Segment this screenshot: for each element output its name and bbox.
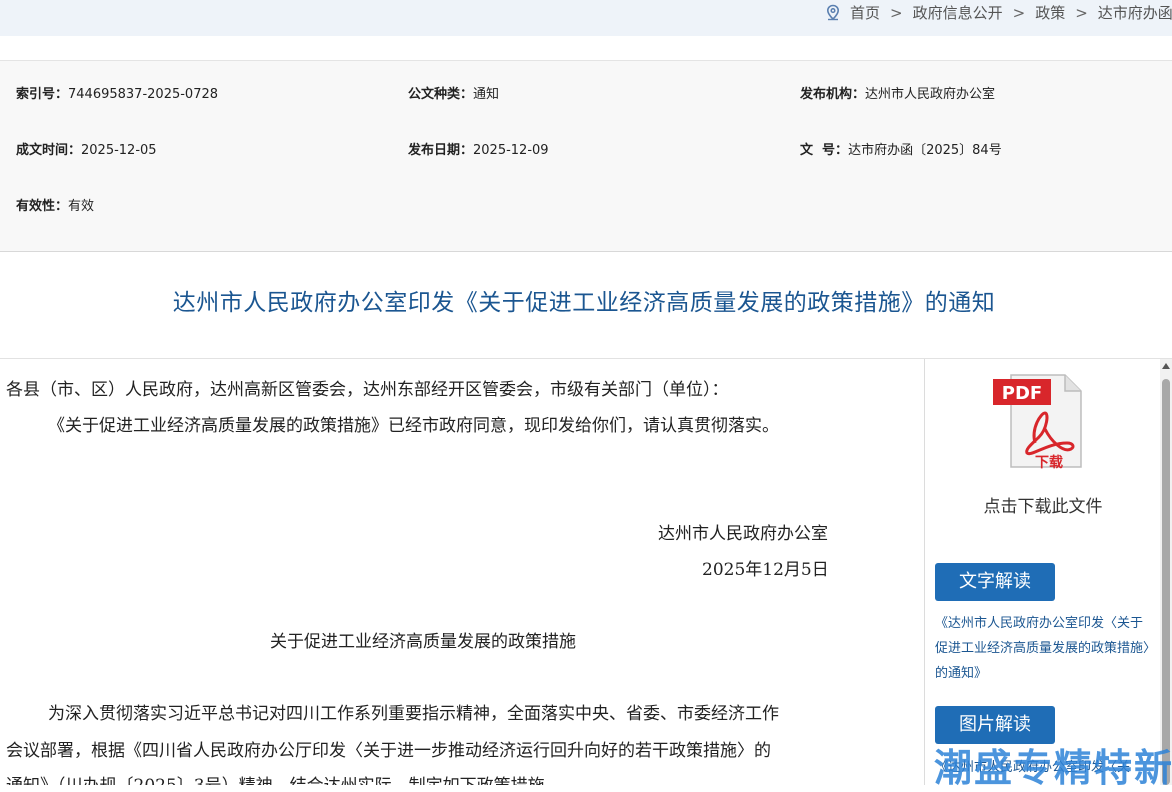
meta-type: 公文种类：通知	[408, 83, 499, 102]
meta-org: 发布机构：达州市人民政府办公室	[800, 83, 995, 102]
pdf-icon-label: PDF	[1002, 383, 1042, 404]
measures-paragraph-line-1: 为深入贯彻落实习近平总书记对四川工作系列重要指示精神，全面落实中央、省委、市委经…	[48, 704, 779, 724]
meta-type-label: 公文种类：	[408, 87, 474, 102]
signer: 达州市人民政府办公室	[658, 524, 828, 544]
breadcrumb-gov-info[interactable]: 政府信息公开	[913, 2, 1003, 23]
intro-paragraph: 《关于促进工业经济高质量发展的政策措施》已经市政府同意，现印发给你们，请认真贯彻…	[48, 416, 779, 436]
pdf-download-icon[interactable]: PDF 下载	[991, 373, 1085, 471]
meta-written-label: 成文时间：	[16, 143, 82, 158]
meta-published-label: 发布日期：	[408, 143, 474, 158]
meta-org-label: 发布机构：	[800, 87, 866, 102]
meta-docno-value: 达市府办函〔2025〕84号	[848, 143, 1002, 158]
meta-type-value: 通知	[473, 87, 500, 102]
location-pin-icon	[826, 4, 840, 20]
addressee-paragraph: 各县（市、区）人民政府，达州高新区管委会，达州东部经开区管委会，市级有关部门（单…	[6, 380, 729, 400]
meta-index: 索引号：744695837-2025-0728	[16, 83, 218, 102]
breadcrumb-current[interactable]: 达市府办函	[1098, 2, 1172, 23]
text-interpretation-button[interactable]: 文字解读	[935, 563, 1055, 601]
breadcrumb-separator: >	[1012, 3, 1026, 22]
meta-published: 发布日期：2025-12-09	[408, 139, 549, 158]
measures-paragraph-line-2: 会议部署，根据《四川省人民政府办公厅印发〈关于进一步推动经济运行回升向好的若干政…	[6, 741, 771, 761]
pdf-icon-sublabel: 下载	[1035, 454, 1063, 471]
meta-validity-value: 有效	[68, 199, 95, 214]
meta-index-label: 索引号：	[16, 87, 69, 102]
scrollbar[interactable]	[1160, 359, 1172, 785]
meta-written-value: 2025-12-05	[81, 143, 157, 158]
side-panel: PDF 下载 点击下载此文件 文字解读 《达州市人民政府办公室印发〈关于促进工业…	[924, 359, 1161, 785]
scrollbar-thumb[interactable]	[1162, 379, 1170, 785]
meta-validity-label: 有效性：	[16, 199, 69, 214]
meta-validity: 有效性：有效	[16, 195, 94, 214]
download-file-label[interactable]: 点击下载此文件	[925, 492, 1161, 517]
meta-published-value: 2025-12-09	[473, 143, 549, 158]
measures-paragraph-line-3: 通知》（川办规〔2025〕3号）精神，结合达州实际，制定如下政策措施。	[6, 771, 562, 785]
document-body: 各县（市、区）人民政府，达州高新区管委会，达州东部经开区管委会，市级有关部门（单…	[0, 359, 924, 785]
document-metadata: 索引号：744695837-2025-0728 公文种类：通知 发布机构：达州市…	[0, 60, 1172, 252]
text-interpretation-link[interactable]: 《达州市人民政府办公室印发〈关于促进工业经济高质量发展的政策措施〉的通知》	[935, 611, 1151, 686]
meta-written: 成文时间：2025-12-05	[16, 139, 157, 158]
breadcrumb: 首页 > 政府信息公开 > 政策 > 达市府办函	[824, 2, 1172, 23]
signing-date: 2025年12月5日	[702, 560, 829, 580]
breadcrumb-home[interactable]: 首页	[850, 2, 880, 23]
meta-docno-label: 文 号：	[800, 143, 849, 158]
watermark-text: 潮盛专精特新	[934, 746, 1172, 790]
measures-subtitle: 关于促进工业经济高质量发展的政策措施	[270, 632, 576, 652]
meta-org-value: 达州市人民政府办公室	[865, 87, 996, 102]
meta-index-value: 744695837-2025-0728	[68, 87, 219, 102]
breadcrumb-policy[interactable]: 政策	[1035, 2, 1065, 23]
breadcrumb-separator: >	[1075, 3, 1088, 22]
breadcrumb-separator: >	[890, 3, 903, 22]
page-title: 达州市人民政府办公室印发《关于促进工业经济高质量发展的政策措施》的通知	[172, 290, 996, 316]
meta-docno: 文 号：达市府办函〔2025〕84号	[800, 139, 1002, 158]
breadcrumb-bar: 首页 > 政府信息公开 > 政策 > 达市府办函	[0, 0, 1172, 36]
scroll-up-arrow-icon[interactable]	[1162, 363, 1170, 369]
